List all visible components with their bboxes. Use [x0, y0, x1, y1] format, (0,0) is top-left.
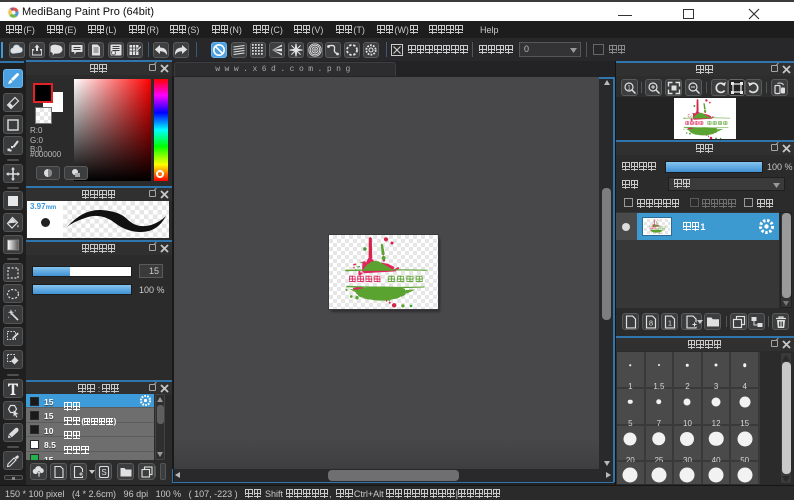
svg-text:S: S	[101, 468, 106, 477]
svg-text:1: 1	[667, 318, 671, 327]
svg-text:8: 8	[648, 318, 652, 327]
